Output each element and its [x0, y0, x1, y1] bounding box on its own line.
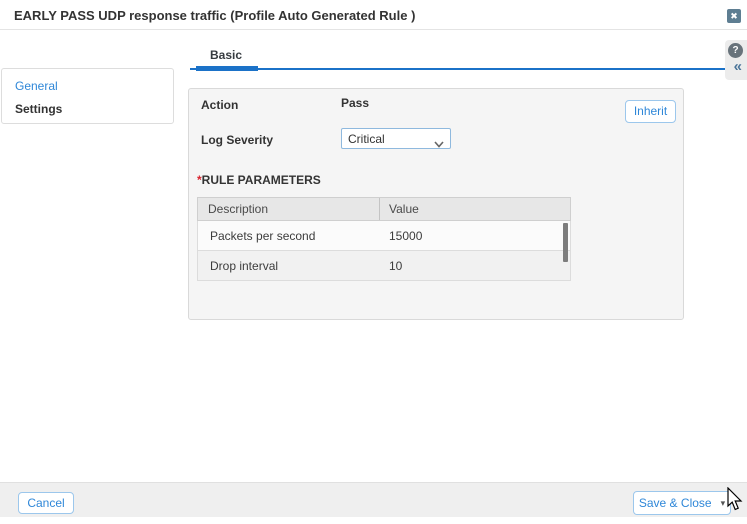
save-and-close-button[interactable]: Save & Close ▾ — [633, 491, 731, 515]
table-row[interactable]: Drop interval 10 — [197, 251, 571, 281]
cancel-button[interactable]: Cancel — [18, 492, 74, 514]
rule-edit-dialog: EARLY PASS UDP response traffic (Profile… — [0, 0, 747, 524]
dialog-footer: Cancel Save & Close ▾ — [0, 482, 747, 517]
tab-underline — [190, 68, 726, 70]
rule-parameters-table: Description Value Packets per second 150… — [197, 197, 571, 281]
settings-panel: Action Pass Inherit Log Severity Critica… — [188, 88, 684, 320]
rule-parameters-label: RULE PARAMETERS — [202, 173, 321, 187]
rule-parameters-heading: *RULE PARAMETERS — [197, 173, 321, 187]
collapse-panel-icon[interactable]: « — [734, 58, 742, 76]
column-header-description: Description — [198, 198, 380, 220]
nav-item-settings[interactable]: Settings — [15, 102, 62, 116]
row-value: 10 — [380, 251, 570, 280]
dialog-title: EARLY PASS UDP response traffic (Profile… — [14, 8, 415, 23]
dialog-title-bar: EARLY PASS UDP response traffic (Profile… — [0, 0, 747, 30]
save-and-close-label: Save & Close — [639, 496, 712, 510]
tab-active-indicator — [196, 66, 258, 71]
close-icon[interactable]: ✖ — [727, 9, 741, 23]
row-description: Packets per second — [198, 221, 380, 250]
nav-item-general[interactable]: General — [15, 79, 58, 93]
column-header-value: Value — [380, 198, 570, 220]
table-header-row: Description Value — [197, 197, 571, 221]
help-icon[interactable]: ? — [728, 43, 743, 58]
action-label: Action — [201, 98, 238, 112]
table-row[interactable]: Packets per second 15000 — [197, 221, 571, 251]
settings-nav: General Settings — [1, 68, 174, 124]
tab-basic[interactable]: Basic — [210, 48, 242, 62]
save-menu-caret-icon: ▾ — [721, 498, 726, 509]
inherit-button[interactable]: Inherit — [625, 100, 676, 123]
log-severity-select[interactable]: Critical — [341, 128, 451, 149]
action-value: Pass — [341, 96, 369, 110]
row-value: 15000 — [380, 221, 570, 250]
row-description: Drop interval — [198, 251, 380, 280]
table-scrollbar[interactable] — [563, 223, 568, 262]
log-severity-select-wrap: Critical — [341, 128, 451, 149]
log-severity-label: Log Severity — [201, 133, 273, 147]
